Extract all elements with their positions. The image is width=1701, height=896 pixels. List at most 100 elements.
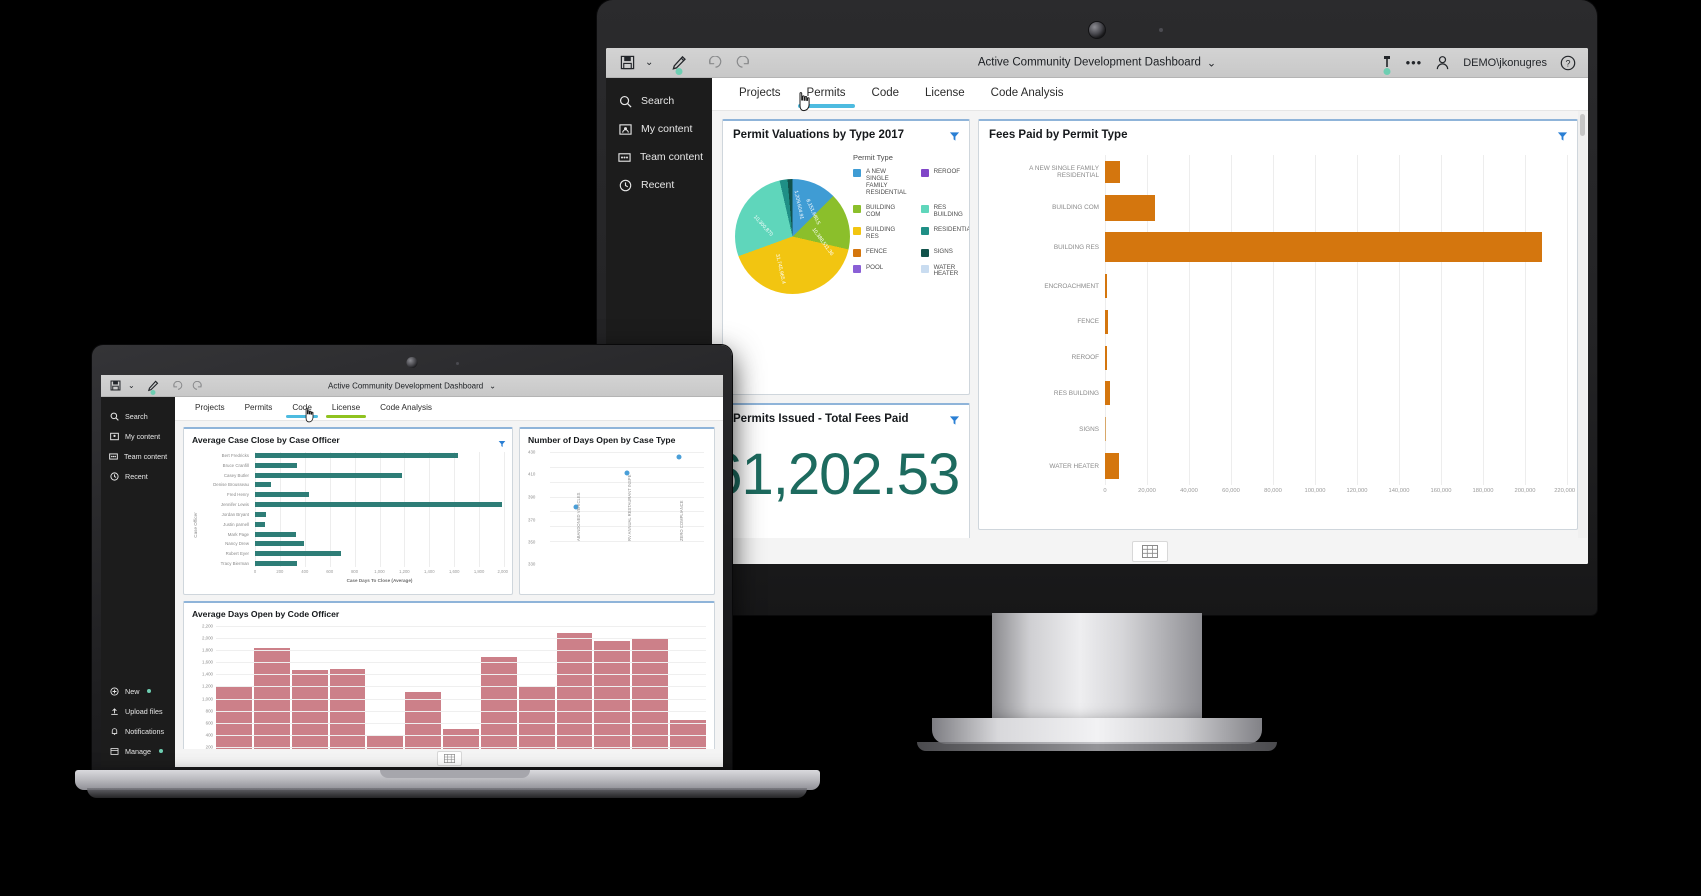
sidebar-item-team-content[interactable]: Team content xyxy=(101,446,175,466)
dashboard-title-menu[interactable]: Active Community Development Dashboard ⌄ xyxy=(328,381,496,390)
legend-item[interactable]: RES BUILDING xyxy=(920,204,969,219)
tab-label: License xyxy=(331,403,361,412)
grid-page-icon[interactable] xyxy=(1132,540,1168,562)
filter-funnel-icon[interactable] xyxy=(1557,129,1568,147)
axis-tick: 1,000 xyxy=(202,696,213,702)
sidebar-item-new[interactable]: New xyxy=(101,681,175,701)
more-options-icon[interactable]: ••• xyxy=(1406,55,1423,70)
table-row[interactable]: REROOF xyxy=(989,345,1567,370)
tab-permits[interactable]: Permits xyxy=(235,397,283,420)
tab-label: Code xyxy=(871,87,900,99)
sidebar-item-notifications[interactable]: Notifications xyxy=(101,721,175,741)
axis-tick: 180,000 xyxy=(1472,488,1494,494)
table-row[interactable]: Tracy Bierman xyxy=(203,560,504,566)
legend-item[interactable]: WATER HEATER xyxy=(920,264,969,279)
bar-category-label: BUILDING RES xyxy=(1053,243,1099,251)
save-icon[interactable] xyxy=(620,55,635,70)
tab-license[interactable]: License xyxy=(322,397,370,420)
chevron-down-icon[interactable]: ⌄ xyxy=(1207,56,1216,69)
legend-item[interactable]: BUILDING COM xyxy=(853,204,907,219)
grid-page-icon[interactable] xyxy=(436,750,462,766)
pin-icon[interactable] xyxy=(1381,55,1393,75)
laptop-camera-led-icon xyxy=(456,362,459,365)
monitor-camera-icon xyxy=(1089,22,1105,38)
table-row[interactable]: FENCE xyxy=(989,309,1567,334)
widget-fees-paid[interactable]: Fees Paid by Permit Type A NEW SINGLE FA… xyxy=(978,119,1578,530)
pencil-icon[interactable] xyxy=(671,55,687,75)
tab-code[interactable]: Code xyxy=(859,78,913,110)
table-row[interactable]: Bert Fredricks xyxy=(203,453,504,458)
tab-code-analysis[interactable]: Code Analysis xyxy=(370,397,442,420)
table-row[interactable]: Robert Eyer xyxy=(203,551,504,557)
sidebar-item-recent[interactable]: Recent xyxy=(606,171,712,199)
table-row[interactable]: Casey Butler xyxy=(203,472,504,478)
legend-item[interactable]: FENCE xyxy=(853,248,907,257)
save-caret-icon[interactable]: ⌄ xyxy=(645,57,653,68)
widget-average-days-open[interactable]: Average Days Open by Code Officer 2,200 … xyxy=(183,601,715,767)
widget-days-open-by-case-type[interactable]: Number of Days Open by Case Type 430 410… xyxy=(519,427,715,595)
fees-bar-plot: A NEW SINGLE FAMILY RESIDENTIAL BUILDING… xyxy=(989,155,1575,501)
table-row[interactable]: Justin parnell xyxy=(203,521,504,527)
table-row[interactable]: Fred Henry xyxy=(203,492,504,498)
tab-code[interactable]: Code xyxy=(282,397,322,420)
avatar[interactable] xyxy=(1435,55,1450,70)
undo-icon[interactable] xyxy=(707,56,724,69)
legend-item[interactable]: RESIDENTIAL xyxy=(920,226,969,241)
legend-item[interactable]: A NEW SINGLE FAMILY RESIDENTIAL xyxy=(853,168,907,197)
table-row[interactable]: Denise Brousseau xyxy=(203,482,504,488)
sidebar-item-my-content[interactable]: My content xyxy=(101,426,175,446)
redo-icon[interactable] xyxy=(734,56,751,69)
table-row[interactable]: Nancy Drew xyxy=(203,541,504,547)
table-row[interactable]: Bruce Cranfill xyxy=(203,462,504,468)
table-row[interactable]: BUILDING COM xyxy=(989,194,1567,221)
table-row[interactable]: Mark Page xyxy=(203,531,504,537)
sidebar-item-label: Search xyxy=(125,411,148,421)
chevron-down-icon[interactable]: ⌄ xyxy=(489,381,496,390)
data-point[interactable] xyxy=(676,454,682,460)
axis-tick: 1,800 xyxy=(202,647,213,653)
table-row[interactable]: BUILDING RES xyxy=(989,232,1567,263)
table-row[interactable]: Jennifer Lewis xyxy=(203,502,504,508)
legend-item[interactable]: BUILDING RES xyxy=(853,226,907,241)
sidebar-item-team-content[interactable]: Team content xyxy=(606,143,712,171)
upload-icon xyxy=(109,706,119,716)
pie-chart[interactable]: 8,151,680.5 10,388,511.36 31,745,965.4 1… xyxy=(735,179,850,294)
tab-license[interactable]: License xyxy=(912,78,978,110)
sidebar-item-upload-files[interactable]: Upload files xyxy=(101,701,175,721)
legend-label: REROOF xyxy=(933,168,961,175)
legend-item[interactable]: REROOF xyxy=(920,168,969,197)
table-row[interactable]: A NEW SINGLE FAMILY RESIDENTIAL xyxy=(989,160,1567,183)
bar-category-label: A NEW SINGLE FAMILY RESIDENTIAL xyxy=(1029,164,1099,179)
table-row[interactable]: Jordan Bryant xyxy=(203,511,504,517)
undo-icon[interactable] xyxy=(172,380,184,391)
table-row[interactable]: WATER HEATER xyxy=(989,453,1567,479)
help-icon[interactable]: ? xyxy=(1560,55,1576,71)
pencil-icon[interactable] xyxy=(147,380,159,395)
sidebar-item-recent[interactable]: Recent xyxy=(101,466,175,486)
tab-projects[interactable]: Projects xyxy=(185,397,235,420)
tab-projects[interactable]: Projects xyxy=(726,78,794,110)
widget-average-case-close[interactable]: Average Case Close by Case Officer Case … xyxy=(183,427,513,595)
filter-funnel-icon[interactable] xyxy=(949,413,960,431)
tab-code-analysis[interactable]: Code Analysis xyxy=(978,78,1077,110)
legend-item[interactable]: SIGNS xyxy=(920,248,969,257)
sidebar-item-my-content[interactable]: My content xyxy=(606,115,712,143)
redo-icon[interactable] xyxy=(191,380,203,391)
save-caret-icon[interactable]: ⌄ xyxy=(128,381,135,390)
sidebar-item-search[interactable]: Search xyxy=(101,406,175,426)
sidebar-item-search[interactable]: Search xyxy=(606,87,712,115)
filter-funnel-icon[interactable] xyxy=(949,129,960,147)
table-row[interactable]: SIGNS xyxy=(989,417,1567,442)
table-row[interactable]: ENCROACHMENT xyxy=(989,274,1567,299)
vertical-scrollbar[interactable] xyxy=(1578,111,1587,564)
app-toolbar: ⌄ Active Community Development Dashboard… xyxy=(606,48,1588,78)
bar-category-label: Denise Brousseau xyxy=(213,482,249,488)
save-icon[interactable] xyxy=(110,380,121,391)
table-row[interactable]: RES BUILDING xyxy=(989,381,1567,406)
legend-item[interactable]: POOL xyxy=(853,264,907,279)
sidebar-item-manage[interactable]: Manage xyxy=(101,741,175,761)
dashboard-title-menu[interactable]: Active Community Development Dashboard ⌄ xyxy=(978,56,1216,70)
tab-permits[interactable]: Permits xyxy=(794,78,859,110)
filter-funnel-icon[interactable] xyxy=(498,435,506,453)
bar-fill xyxy=(1105,417,1107,442)
